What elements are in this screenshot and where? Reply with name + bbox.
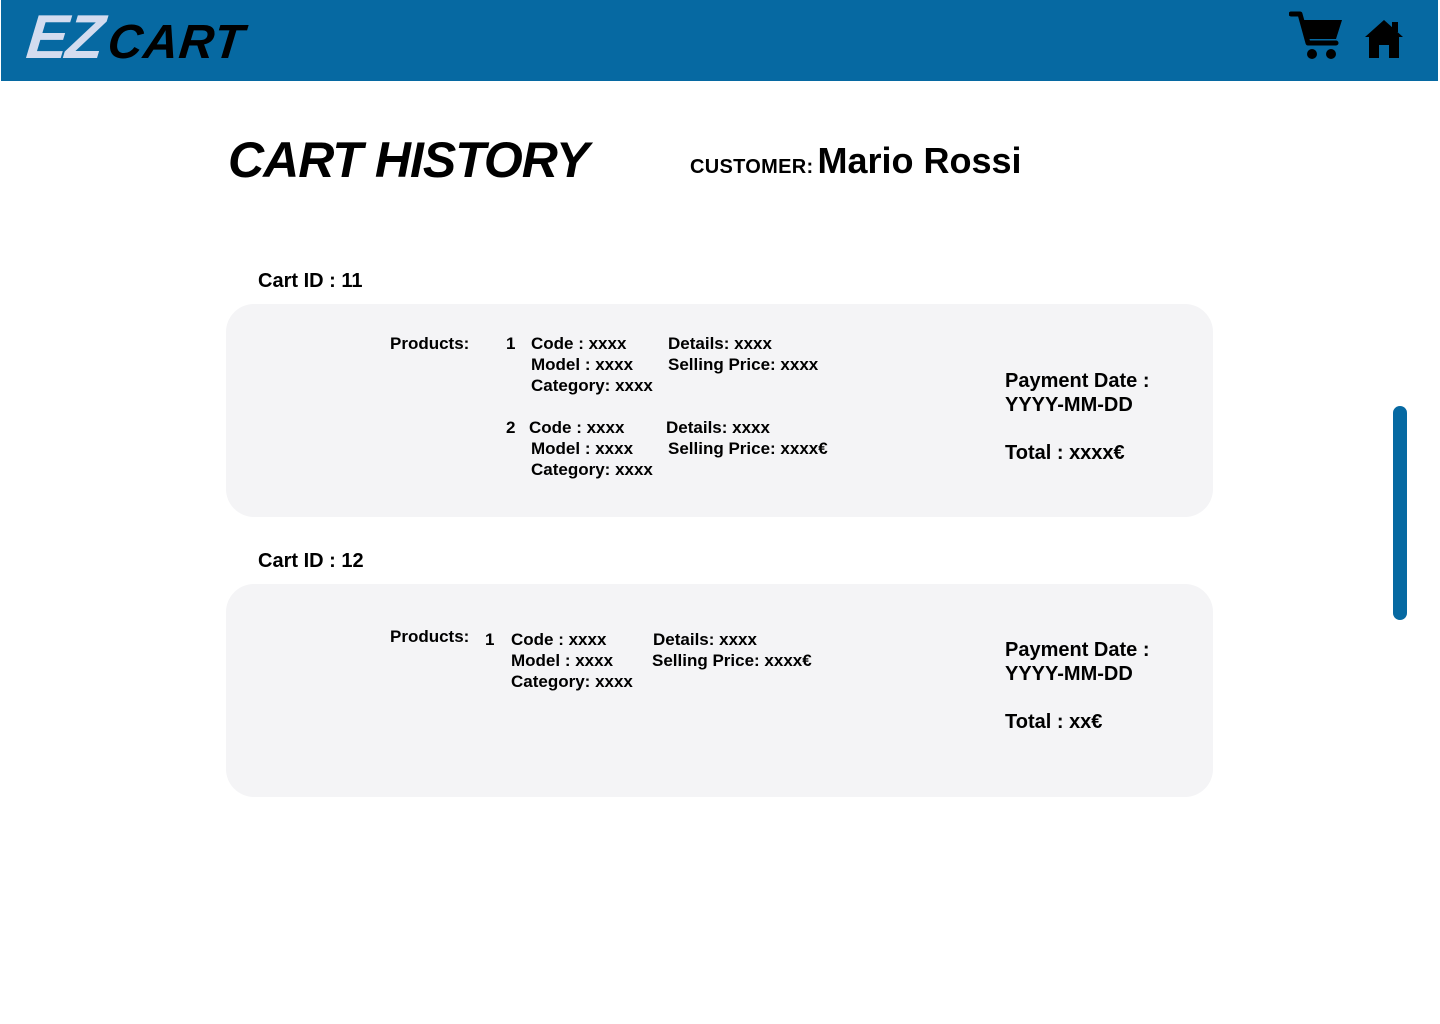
product-selling-price: Selling Price: xxxx€: [668, 439, 828, 458]
cart-card: Products: 1 Code : xxxx Details: xxxx Mo…: [226, 584, 1213, 797]
product-code: Code : xxxx: [529, 418, 625, 437]
product-details: Details: xxxx: [666, 418, 770, 437]
cart-id-label: Cart ID : 12: [258, 550, 364, 572]
home-icon[interactable]: [1363, 18, 1405, 60]
customer-label: CUSTOMER:: [690, 156, 814, 178]
cart-icon[interactable]: [1288, 10, 1345, 62]
scrollbar-thumb[interactable]: [1393, 406, 1407, 620]
products-label: Products:: [390, 334, 470, 353]
product-index: 2: [506, 418, 516, 437]
product-model: Model : xxxx: [531, 439, 634, 458]
product-index: 1: [485, 630, 495, 649]
product-category: Category: xxxx: [531, 376, 653, 395]
top-navigation-bar: EZCART: [1, 0, 1438, 81]
product-code: Code : xxxx: [531, 334, 627, 353]
customer-info: CUSTOMER: Mario Rossi: [690, 140, 1022, 182]
cart-card: Products: 1 Code : xxxx Details: xxxx Mo…: [226, 304, 1213, 517]
product-details: Details: xxxx: [653, 630, 757, 649]
product-model: Model : xxxx: [511, 651, 614, 670]
cart-total: Total : xx€: [1005, 711, 1103, 733]
product-code: Code : xxxx: [511, 630, 607, 649]
products-label: Products:: [390, 627, 470, 646]
product-category: Category: xxxx: [511, 672, 633, 691]
customer-name: Mario Rossi: [817, 140, 1022, 181]
product-category: Category: xxxx: [531, 460, 653, 479]
payment-date-value: YYYY-MM-DD: [1005, 663, 1133, 685]
page-title: CART HISTORY: [228, 132, 589, 188]
payment-date-label: Payment Date :: [1005, 370, 1150, 392]
cart-id-label: Cart ID : 11: [258, 270, 363, 292]
product-model: Model : xxxx: [531, 355, 634, 374]
product-selling-price: Selling Price: xxxx: [668, 355, 819, 374]
payment-date-value: YYYY-MM-DD: [1005, 394, 1133, 416]
product-index: 1: [506, 334, 516, 353]
cart-total: Total : xxxx€: [1005, 442, 1125, 464]
product-details: Details: xxxx: [668, 334, 772, 353]
payment-date-label: Payment Date :: [1005, 639, 1150, 661]
ezcart-logo[interactable]: EZCART: [23, 3, 247, 72]
logo-cart-text: CART: [105, 16, 248, 69]
product-selling-price: Selling Price: xxxx€: [652, 651, 812, 670]
logo-ez-text: EZ: [23, 3, 106, 72]
